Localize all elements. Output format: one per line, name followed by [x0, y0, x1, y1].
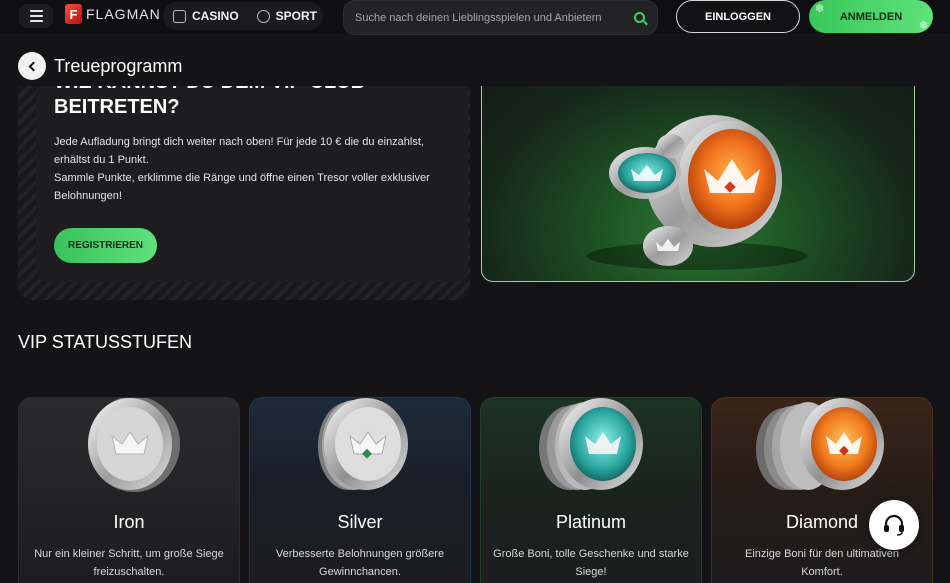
casino-icon — [173, 9, 186, 23]
sport-icon — [256, 9, 270, 23]
tier-description: Nur ein kleiner Schritt, um große Siege … — [34, 548, 224, 578]
register-cta-button[interactable]: REGISTRIEREN — [54, 228, 157, 263]
register-button[interactable]: ❄ ❄ ANMELDEN — [809, 0, 933, 33]
hero-text-line: Jede Aufladung bringt dich weiter nach o… — [54, 136, 424, 166]
menu-button[interactable] — [19, 4, 53, 28]
page-title: Treueprogramm — [54, 56, 183, 76]
tier-card-diamond[interactable]: Diamond Einzige Boni für den ultimativen… — [711, 397, 933, 583]
nav-item-label: SPORT — [275, 9, 318, 23]
search-input[interactable] — [355, 10, 625, 26]
page-titlebar: Treueprogramm — [0, 40, 950, 86]
nav-item-casino[interactable]: CASINO — [163, 9, 239, 23]
tier-card-silver[interactable]: Silver Verbesserte Belohnungen größere G… — [249, 397, 471, 583]
tier-name: Silver — [337, 512, 383, 532]
diamond-coin-icon — [756, 398, 884, 490]
headset-icon — [884, 514, 904, 536]
logo-text: FLAGMAN — [86, 6, 161, 22]
tier-name: Platinum — [555, 512, 627, 532]
search-box — [343, 0, 658, 35]
iron-coin-icon — [88, 398, 180, 492]
snowflake-icon: ❄ — [815, 3, 825, 15]
hero-text-line: Sammle Punkte, erklimme die Ränge und öf… — [54, 172, 430, 202]
nav-item-sport[interactable]: SPORT — [247, 9, 317, 23]
snowflake-icon: ❄ — [919, 20, 929, 32]
support-chat-button[interactable] — [869, 500, 919, 550]
tier-description: Einzige Boni für den ultimativen Komfort… — [744, 548, 900, 578]
tier-description: Verbesserte Belohnungen größere Gewinnch… — [275, 548, 445, 578]
silver-coin-icon — [318, 398, 408, 490]
nav-item-label: CASINO — [192, 9, 239, 23]
back-button[interactable] — [18, 52, 46, 80]
tier-card-iron[interactable]: Iron Nur ein kleiner Schritt, um große S… — [18, 397, 240, 583]
hero-coins-image — [481, 70, 915, 282]
hero-text: Jede Aufladung bringt dich weiter nach o… — [54, 133, 444, 205]
chevron-left-icon — [28, 61, 39, 71]
register-button-label: ANMELDEN — [839, 10, 903, 23]
top-header: F FLAGMAN CASINO SPORT EINLOGGEN ❄ ❄ ANM… — [0, 0, 950, 35]
hero-card: WIE KANNST DU DEM VIP-CLUB BEITRETEN? Je… — [36, 70, 468, 282]
login-button[interactable]: EINLOGGEN — [676, 0, 800, 33]
tier-description: Große Boni, tolle Geschenke und starke S… — [493, 548, 689, 578]
tier-name: Iron — [113, 512, 145, 532]
platinum-coin-icon — [539, 398, 643, 490]
tier-card-platinum[interactable]: Platinum Große Boni, tolle Geschenke und… — [480, 397, 702, 583]
vip-coins-illustration — [587, 115, 807, 270]
section-title: VIP STATUSSTUFEN — [18, 332, 193, 352]
main-nav: CASINO SPORT — [163, 2, 323, 30]
logo[interactable]: F FLAGMAN — [65, 4, 161, 24]
hamburger-icon — [29, 10, 43, 12]
search-icon[interactable] — [634, 12, 645, 23]
flagman-logo-icon: F — [65, 4, 82, 24]
